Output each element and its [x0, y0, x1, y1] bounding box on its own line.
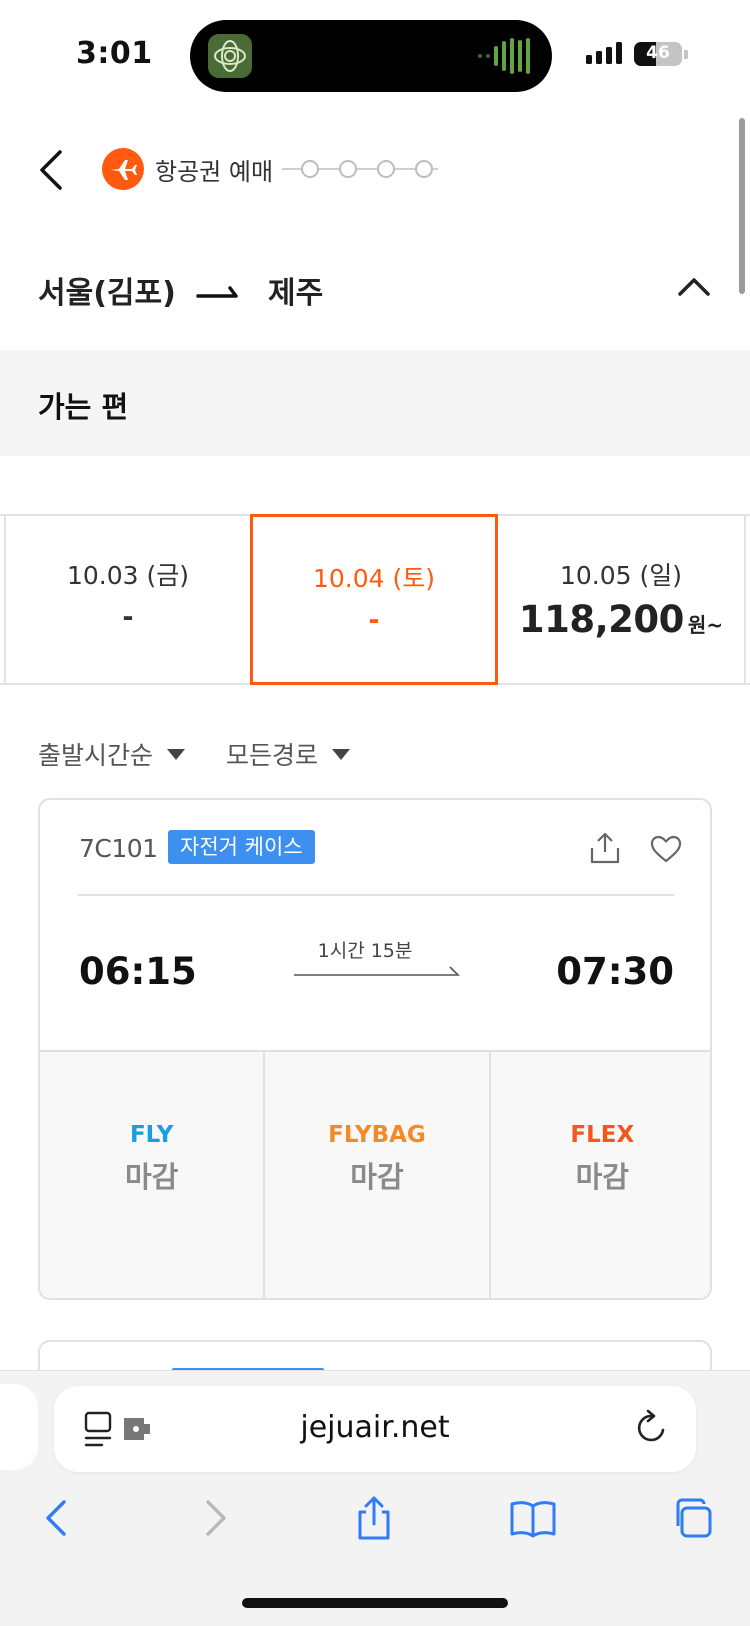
arrival-time: 07:30: [556, 950, 674, 993]
forward-nav-icon[interactable]: [202, 1494, 232, 1542]
collapse-route-button[interactable]: [674, 268, 714, 304]
share-nav-icon[interactable]: [352, 1494, 396, 1542]
status-bar: 3:01 46: [0, 0, 750, 110]
fare-name: FLEX: [570, 1122, 635, 1148]
reload-icon[interactable]: [632, 1408, 672, 1448]
fare-flex[interactable]: FLEX 마감: [490, 1052, 710, 1298]
fare-options: FLY 마감 FLYBAG 마감 FLEX 마감: [40, 1050, 710, 1298]
fare-fly[interactable]: FLY 마감: [40, 1052, 266, 1298]
fare-name: FLYBAG: [328, 1122, 426, 1148]
tabs-icon[interactable]: [668, 1494, 716, 1542]
fare-status: 마감: [124, 1160, 179, 1194]
divider: [78, 894, 674, 896]
chevron-left-icon: [40, 150, 62, 190]
booking-step-indicator: [282, 158, 438, 180]
fare-status: 마감: [350, 1160, 404, 1194]
share-button[interactable]: [588, 830, 622, 866]
chevron-up-icon: [678, 278, 710, 296]
flight-duration: 1시간 15분: [317, 940, 413, 962]
now-playing-app-icon: [208, 34, 252, 78]
date-price: -: [368, 605, 380, 636]
step-dot: [301, 160, 319, 178]
bookmarks-icon[interactable]: [508, 1494, 558, 1542]
step-dot: [415, 160, 433, 178]
flight-card[interactable]: 7C101 자전거 케이스 06:15 1시간 15분 07:30 FLY 마감…: [38, 798, 712, 1300]
route-arrow-icon: [196, 282, 240, 302]
route-destination: 제주: [268, 276, 324, 311]
date-label: 10.05 (일): [559, 561, 683, 590]
audio-waveform-icon: [478, 38, 530, 74]
route-filter-label: 모든경로: [226, 741, 319, 770]
date-price: -: [122, 602, 134, 633]
step-dot: [339, 160, 357, 178]
date-tab[interactable]: 10.03 (금) -: [4, 514, 250, 685]
heart-icon: [650, 835, 682, 863]
date-tab-selected[interactable]: 10.04 (토) -: [250, 514, 498, 685]
sort-label: 출발시간순: [38, 741, 154, 770]
airplane-logo-icon: [102, 148, 144, 190]
back-button[interactable]: [30, 142, 74, 198]
route-origin: 서울(김포): [38, 276, 176, 311]
status-time: 3:01: [76, 36, 153, 71]
date-price: 118,200: [518, 598, 685, 641]
favorite-button[interactable]: [650, 834, 682, 864]
date-label: 10.04 (토): [312, 564, 436, 593]
battery-percentage: 46: [646, 43, 670, 63]
page-scrollbar[interactable]: [739, 118, 745, 294]
caret-down-icon: [332, 748, 351, 760]
sort-dropdown[interactable]: 출발시간순: [38, 736, 186, 772]
dynamic-island[interactable]: [190, 20, 552, 92]
cellular-signal-icon: [586, 42, 622, 64]
date-tab[interactable]: 10.05 (일) 118,200 원~: [498, 514, 746, 685]
route-filter-dropdown[interactable]: 모든경로: [226, 736, 351, 772]
date-label: 10.03 (금): [66, 561, 190, 590]
duration-arrow-icon: [292, 962, 462, 976]
home-indicator[interactable]: [242, 1598, 508, 1608]
section-title: 가는 편: [38, 390, 129, 424]
bike-case-badge: 자전거 케이스: [168, 830, 315, 864]
fare-status: 마감: [575, 1160, 629, 1194]
battery-icon: 46: [634, 42, 682, 66]
share-icon: [590, 832, 620, 864]
back-nav-icon[interactable]: [40, 1494, 70, 1542]
page-title: 항공권 예매: [155, 158, 274, 186]
price-unit: 원~: [687, 613, 724, 637]
fare-name: FLY: [129, 1122, 174, 1148]
step-dot: [377, 160, 395, 178]
departure-time: 06:15: [79, 950, 197, 993]
flight-number: 7C101: [79, 834, 158, 863]
fare-flybag[interactable]: FLYBAG 마감: [265, 1052, 491, 1298]
caret-down-icon: [167, 748, 186, 760]
battery-tip: [684, 50, 688, 59]
